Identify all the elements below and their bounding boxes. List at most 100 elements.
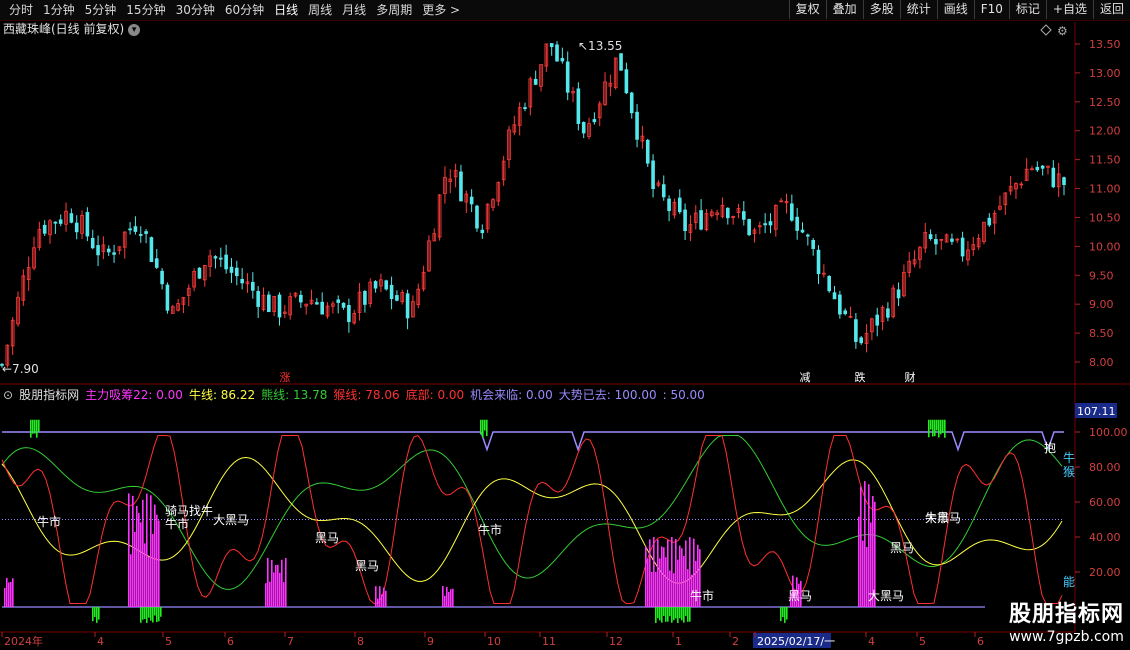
candle-body	[549, 43, 554, 48]
candle-body	[747, 219, 751, 236]
candle-body	[816, 249, 821, 275]
accumulation-bar	[156, 514, 158, 607]
candle-body	[235, 267, 239, 277]
settings-icon[interactable]: ⚙	[1057, 24, 1068, 38]
accumulation-bar	[377, 598, 379, 607]
candle-body	[795, 216, 799, 231]
candle-body	[565, 61, 570, 93]
indicator-chart-label: 骑马找牛	[165, 503, 213, 518]
candle-body	[240, 278, 244, 284]
candle-body	[928, 234, 933, 240]
candle-body	[934, 238, 938, 245]
price-marks: ↖13.55 ←7.90	[2, 39, 622, 376]
signal-bar	[940, 419, 942, 435]
candle-body	[90, 237, 95, 249]
signal-bar	[687, 607, 689, 622]
indicator-item-3: 猴线: 78.06	[333, 388, 400, 402]
date-tick-label: 5	[165, 635, 172, 648]
signal-bar	[930, 419, 932, 430]
signal-bar	[667, 607, 669, 622]
signal-bar	[96, 607, 98, 623]
candlestick-series	[0, 41, 1066, 368]
accumulation-bar	[655, 571, 657, 607]
date-tick-label: 10	[487, 635, 501, 648]
event-marker[interactable]: 减	[800, 371, 811, 384]
accumulation-bar	[8, 582, 10, 607]
indicator-name[interactable]: 股朋指标网	[19, 388, 79, 402]
event-marker[interactable]: 财	[905, 370, 916, 384]
candle-body	[619, 53, 623, 71]
accumulation-bar	[442, 586, 444, 607]
candle-body	[197, 267, 202, 279]
candle-body	[373, 281, 378, 289]
accumulation-bar	[285, 558, 287, 607]
diamond-icon[interactable]	[1040, 24, 1052, 36]
candle-body	[987, 217, 992, 226]
signal-bar	[932, 419, 934, 437]
candle-body	[811, 240, 815, 249]
indicator-toggle-icon[interactable]: ⊙	[3, 388, 13, 402]
signal-bar	[148, 607, 150, 618]
price-tick-label: 10.00	[1089, 240, 1121, 253]
candle-body	[875, 314, 880, 326]
candle-body	[661, 184, 666, 198]
candle-body	[635, 111, 639, 140]
indicator-chart-label: 大黑马	[868, 589, 904, 603]
indicator-axis: 100.00 80.00 60.00 40.00 20.00 107.11 牛猴能	[1063, 403, 1128, 589]
accumulation-bar	[379, 586, 381, 607]
date-tick-label: 9	[427, 635, 434, 648]
accumulation-bar	[10, 581, 12, 607]
candle-body	[133, 226, 138, 232]
accumulation-bar	[685, 540, 687, 607]
candle-body	[299, 294, 303, 303]
candle-body	[800, 229, 805, 233]
event-marker[interactable]: 涨	[280, 371, 291, 384]
candle-body	[683, 209, 687, 232]
candle-body	[128, 228, 132, 231]
candle-body	[950, 238, 954, 242]
date-tick-label: 6	[977, 635, 984, 648]
price-tick-label: 13.00	[1089, 67, 1121, 80]
signal-bar	[679, 607, 681, 619]
signal-bar	[659, 607, 661, 621]
candle-body	[806, 234, 810, 237]
candle-body	[395, 295, 399, 301]
signal-bar	[938, 419, 940, 438]
indicator-item-1: 牛线: 86.22	[188, 388, 256, 402]
signal-bar	[677, 607, 679, 623]
accumulation-bar	[275, 565, 277, 607]
date-tick-label: 11	[542, 635, 556, 648]
indicator-tick-label: 80.00	[1089, 461, 1121, 474]
bear-line	[1, 435, 1063, 590]
signal-bar	[480, 419, 482, 435]
accumulation-bar	[152, 534, 154, 607]
accumulation-bar	[277, 564, 279, 607]
candle-body	[85, 212, 90, 237]
candle-body	[763, 223, 767, 226]
accumulation-bar	[673, 573, 675, 607]
accumulation-bar	[132, 495, 134, 607]
signal-bar	[98, 607, 100, 620]
indicator-chart-label: 黑马	[788, 589, 812, 603]
candle-body	[725, 207, 730, 219]
signal-bar	[685, 607, 687, 617]
event-marker[interactable]: 跌	[855, 370, 866, 384]
signal-bar	[657, 607, 659, 619]
signal-bar	[934, 419, 936, 437]
candle-body	[480, 229, 485, 234]
candle-body	[347, 305, 351, 323]
candle-body	[69, 213, 74, 223]
candle-body	[576, 88, 581, 124]
accumulation-bar	[687, 569, 689, 607]
accumulation-bar	[283, 582, 285, 607]
date-tick-label: 8	[357, 635, 364, 648]
candle-body	[624, 69, 629, 94]
accumulation-bar	[154, 504, 156, 607]
signal-bar	[144, 607, 146, 619]
candle-body	[896, 289, 901, 299]
chart-canvas[interactable]: 13.50 13.00 12.50 12.00 11.50 11.00 10.50 10.00…	[0, 0, 1130, 650]
signal-bar	[663, 607, 665, 616]
indicator-chart-label: 黑马	[315, 531, 339, 545]
accumulation-bar	[267, 558, 269, 607]
accumulation-bar	[446, 586, 448, 607]
